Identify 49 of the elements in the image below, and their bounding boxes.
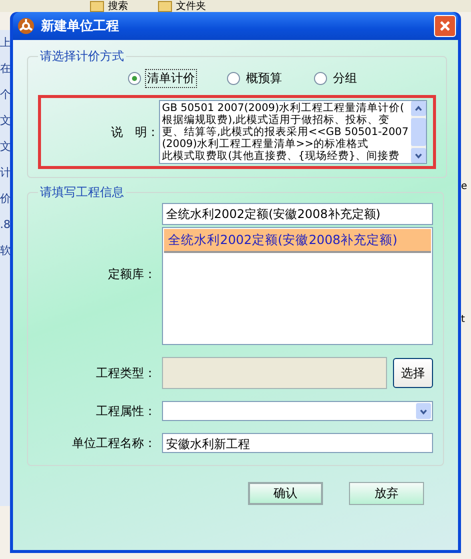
select-button[interactable]: 选择 [393,358,433,388]
description-line: 更、结算等,此模式的报表采用<<GB 50501-2007 [162,126,409,138]
radio-option[interactable]: 分组 [314,68,359,88]
app-icon [17,17,35,35]
dialog-button[interactable]: 确认 [248,482,323,505]
background-text: 软 [0,244,12,257]
description-text-area[interactable]: GB 50501 2007(2009)水利工程工程量清单计价( 根据编规取费),此模式适用于做招标、投标、变 更、结算等,此模式的报表采用<<GB 50501-2007 (2009)水利工程工程量清单>>的标准格式 此模式取费取(其他直接费、{现场经费}、间接费 [159,100,427,164]
toolbar-icon[interactable] [90,0,104,12]
description-line: 根据编规取费),此模式适用于做招标、投标、变 [162,114,390,126]
scroll-up-icon[interactable] [414,104,423,113]
background-text: 个 [0,88,12,101]
background-text: 在 [0,62,12,75]
scroll-bar[interactable] [410,101,426,163]
radio-button[interactable] [314,72,327,84]
background-text: 计 [0,166,12,179]
field-label: 说 明： [110,124,159,140]
scroll-down-icon[interactable] [414,151,423,160]
attribute-dropdown[interactable] [162,401,433,421]
quota-field[interactable]: 全统水利2002定额(安徽2008补充定额) [162,203,433,225]
name-field[interactable]: 安徽水利新工程 [162,433,433,453]
background-text: 价 [0,192,12,205]
background-text: 上 [0,36,12,49]
close-button[interactable] [434,15,456,37]
background-text: .8 [0,218,12,231]
field-label: 工程类型： [95,364,156,382]
description-line: 此模式取费取(其他直接费、{现场经费}、间接费 [162,150,400,162]
radio-button[interactable] [227,72,240,84]
background-text: e [461,180,468,193]
quota-list[interactable]: 全统水利2002定额(安徽2008补充定额) [162,227,433,345]
group-title: 请填写工程信息 [39,184,125,201]
field-label: 单位工程名称： [71,434,156,452]
field-label: 工程属性： [95,402,156,420]
toolbar-icon[interactable] [158,0,172,12]
field-label: 定额库： [107,266,156,282]
description-line: (2009)水利工程工程量清单>>的标准格式 [162,138,370,150]
background-text: 文 [0,114,12,127]
dialog-button[interactable]: 放弃 [349,482,424,505]
window-title: 新建单位工程 [41,18,120,35]
description-line: GB 50501 2007(2009)水利工程工程量清单计价( [162,102,406,114]
list-item[interactable]: 全统水利2002定额(安徽2008补充定额) [164,229,431,253]
close-icon [439,20,451,32]
group-title: 请选择计价方式 [39,48,125,65]
background-text: t [461,313,466,326]
toolbar-label[interactable]: 文件夹 [176,0,206,13]
radio-button[interactable] [128,72,141,84]
background-text: 文 [0,140,12,153]
project-type-field[interactable] [162,357,387,389]
toolbar-label[interactable]: 搜索 [108,0,128,13]
radio-option[interactable]: 概预算 [227,68,284,88]
